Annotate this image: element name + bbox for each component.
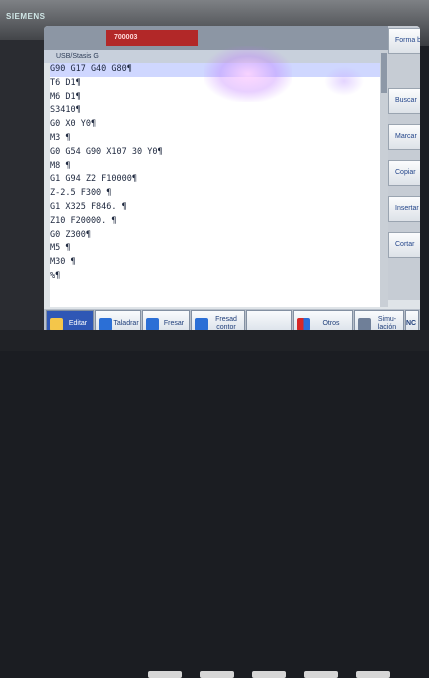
code-line[interactable]: M8 ¶ <box>50 160 380 174</box>
softkey-form-block[interactable]: Forma bloque <box>388 28 420 54</box>
machine-bezel-left <box>0 40 44 351</box>
code-line[interactable]: Z-2.5 F300 ¶ <box>50 187 380 201</box>
machine-bezel-bottom <box>0 330 429 678</box>
softkey-mark[interactable]: Marcar <box>388 124 420 150</box>
code-line[interactable]: G0 G54 G90 X107 30 Y0¶ <box>50 146 380 160</box>
code-line[interactable]: %¶ <box>50 270 380 284</box>
hardware-key[interactable] <box>148 671 182 678</box>
code-line[interactable]: M3 ¶ <box>50 132 380 146</box>
code-line[interactable]: G0 X0 Y0¶ <box>50 118 380 132</box>
code-line[interactable]: G1 X325 F846. ¶ <box>50 201 380 215</box>
hardware-key[interactable] <box>252 671 286 678</box>
program-path: USB/Stasis G <box>44 50 388 63</box>
hardware-key[interactable] <box>304 671 338 678</box>
vertical-softkey-bar: Forma bloque Buscar Marcar Copiar Insert… <box>388 26 420 300</box>
brand-logo: SIEMENS <box>6 12 46 21</box>
code-line[interactable]: S3410¶ <box>50 104 380 118</box>
softkey-insert[interactable]: Insertar <box>388 196 420 222</box>
code-line[interactable]: M5 ¶ <box>50 242 380 256</box>
scrollbar-thumb[interactable] <box>381 53 387 93</box>
screen-glare <box>324 66 364 96</box>
editor-scrollbar[interactable] <box>380 50 388 307</box>
hardware-key[interactable] <box>200 671 234 678</box>
code-line[interactable]: Z10 F20000. ¶ <box>50 215 380 229</box>
cnc-screen: 700003 USB/Stasis G G90 G17 G40 G80¶ T6 … <box>44 26 420 338</box>
softkey-copy[interactable]: Copiar <box>388 160 420 186</box>
code-line[interactable]: G0 Z300¶ <box>50 229 380 243</box>
code-line[interactable]: G1 G94 Z2 F10000¶ <box>50 173 380 187</box>
softkey-search[interactable]: Buscar <box>388 88 420 114</box>
program-tab[interactable]: 700003 <box>106 30 198 46</box>
title-bar: 700003 <box>44 26 388 50</box>
softkey-cut[interactable]: Cortar <box>388 232 420 258</box>
code-line[interactable]: M30 ¶ <box>50 256 380 270</box>
hardware-key[interactable] <box>356 671 390 678</box>
program-editor[interactable]: G90 G17 G40 G80¶ T6 D1¶ M6 D1¶ S3410¶ G0… <box>50 63 380 307</box>
